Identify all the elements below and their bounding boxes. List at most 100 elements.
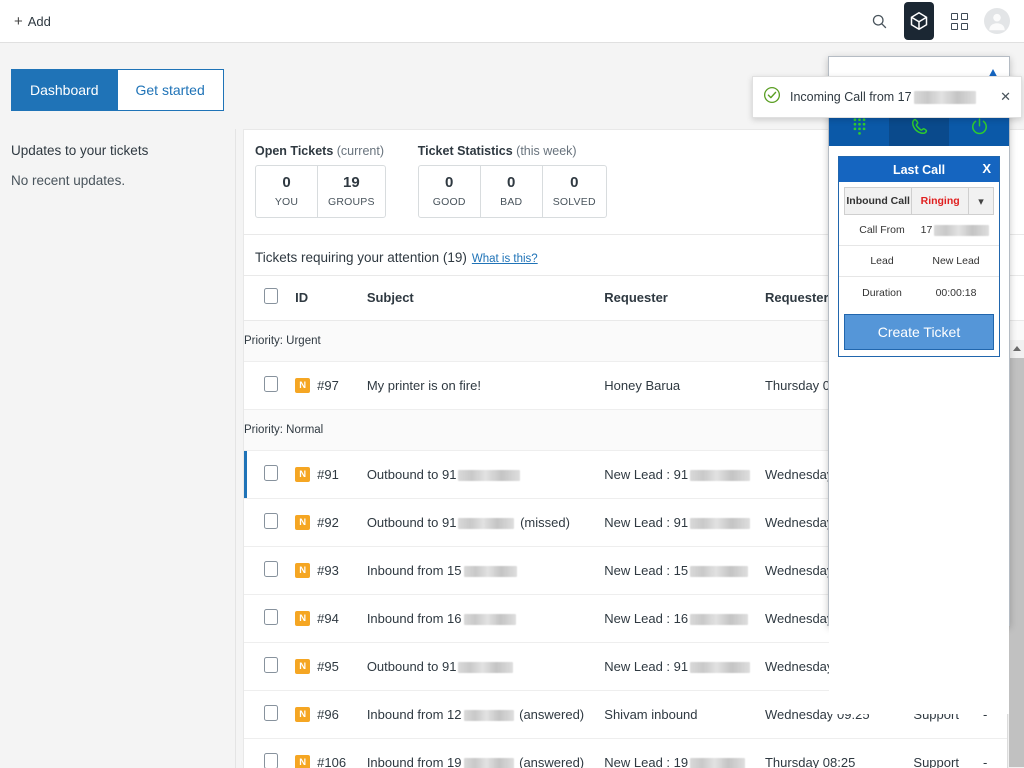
row-requester-cell: New Lead : 16	[604, 594, 765, 642]
row-checkbox[interactable]	[264, 657, 278, 673]
stat-open-groups-label: GROUPS	[328, 196, 375, 208]
incoming-call-toast-message: Incoming Call from 17	[790, 90, 978, 104]
row-checkbox[interactable]	[264, 753, 278, 768]
open-tickets-title-text: Open Tickets	[255, 144, 333, 158]
stat-good-value: 0	[429, 174, 470, 193]
select-all-header	[244, 275, 295, 320]
scroll-up-button[interactable]	[1008, 340, 1024, 357]
what-is-this-link[interactable]: What is this?	[472, 253, 538, 265]
ticket-statistics-title: Ticket Statistics (this week)	[418, 144, 607, 158]
open-tickets-stat-group: Open Tickets (current) 0 YOU 19 GROUPS	[255, 144, 386, 218]
row-requester-cell: Honey Barua	[604, 361, 765, 409]
row-checkbox[interactable]	[264, 609, 278, 625]
redacted-number	[690, 470, 750, 481]
cube-icon[interactable]	[904, 2, 934, 40]
top-bar: + Add	[0, 0, 1024, 43]
row-subject-cell[interactable]: Outbound to 91	[367, 642, 604, 690]
row-id-cell: N#93	[295, 546, 367, 594]
row-subject-suffix: (answered)	[516, 707, 585, 722]
stat-open-you[interactable]: 0 YOU	[256, 166, 318, 217]
row-id-text: #94	[317, 611, 339, 626]
row-subject-text: Inbound from 12	[367, 707, 462, 722]
last-call-row-lead: Lead New Lead	[839, 246, 999, 277]
row-requester-cell: Shivam inbound	[604, 690, 765, 738]
row-subject-cell[interactable]: Inbound from 12 (answered)	[367, 690, 604, 738]
stat-bad-label: BAD	[491, 196, 532, 208]
row-checkbox[interactable]	[264, 376, 278, 392]
duration-label: Duration	[845, 287, 919, 299]
row-requester-text: New Lead : 19	[604, 755, 688, 768]
new-badge-icon: N	[295, 707, 310, 722]
row-subject-cell[interactable]: Outbound to 91	[367, 450, 604, 498]
row-select-cell	[244, 546, 295, 594]
call-from-label: Call From	[845, 224, 919, 236]
row-subject-suffix: (answered)	[516, 755, 585, 768]
tab-get-started[interactable]: Get started	[117, 69, 224, 111]
incoming-call-toast-text: Incoming Call from 17	[790, 90, 912, 104]
new-badge-icon: N	[295, 467, 310, 482]
row-checkbox[interactable]	[264, 705, 278, 721]
row-subject-cell[interactable]: Inbound from 16	[367, 594, 604, 642]
toast-close-icon[interactable]: ✕	[1000, 89, 1011, 105]
row-subject-text: Inbound from 16	[367, 611, 462, 626]
row-checkbox[interactable]	[264, 465, 278, 481]
stat-open-you-value: 0	[266, 174, 307, 193]
user-avatar-icon[interactable]	[984, 8, 1010, 34]
header-requester[interactable]: Requester	[604, 275, 765, 320]
search-icon[interactable]	[868, 10, 890, 32]
redacted-number	[690, 758, 745, 768]
select-all-checkbox[interactable]	[264, 288, 278, 304]
new-badge-icon: N	[295, 611, 310, 626]
ticket-statistics-title-text: Ticket Statistics	[418, 144, 513, 158]
row-id-text: #91	[317, 467, 339, 482]
chevron-down-icon[interactable]: ▾	[969, 187, 994, 215]
table-row[interactable]: N#106Inbound from 19 (answered)New Lead …	[244, 738, 1024, 768]
header-subject[interactable]: Subject	[367, 275, 604, 320]
row-requester-text: New Lead : 15	[604, 563, 688, 578]
redacted-number	[690, 662, 750, 673]
stat-good-label: GOOD	[429, 196, 470, 208]
row-select-cell	[244, 450, 295, 498]
last-call-panel: Last Call X Inbound Call Ringing ▾ Call …	[838, 156, 1000, 357]
row-subject-cell[interactable]: Inbound from 15	[367, 546, 604, 594]
row-checkbox[interactable]	[264, 561, 278, 577]
scrollbar-thumb[interactable]	[1009, 358, 1024, 767]
stat-open-groups-value: 19	[328, 174, 375, 193]
row-requester-text: New Lead : 91	[604, 659, 688, 674]
row-requester-text: New Lead : 91	[604, 515, 688, 530]
row-requester-cell: New Lead : 91	[604, 450, 765, 498]
header-id[interactable]: ID	[295, 275, 367, 320]
redacted-number	[464, 614, 516, 625]
open-tickets-qualifier: (current)	[337, 144, 384, 158]
create-ticket-button-label: Create Ticket	[878, 324, 960, 340]
row-requester-cell: New Lead : 91	[604, 498, 765, 546]
updates-panel: Updates to your tickets No recent update…	[0, 129, 236, 768]
add-button-label: Add	[28, 14, 51, 29]
last-call-status-row: Inbound Call Ringing ▾	[839, 182, 999, 215]
row-checkbox[interactable]	[264, 513, 278, 529]
redacted-number	[690, 614, 748, 625]
tab-dashboard[interactable]: Dashboard	[11, 69, 117, 111]
redacted-number	[690, 566, 748, 577]
add-button[interactable]: + Add	[8, 10, 57, 33]
row-subject-text: Inbound from 15	[367, 563, 462, 578]
ticket-statistics-qualifier: (this week)	[516, 144, 576, 158]
stat-bad[interactable]: 0 BAD	[481, 166, 543, 217]
row-subject-cell[interactable]: Inbound from 19 (answered)	[367, 738, 604, 768]
stat-solved[interactable]: 0 SOLVED	[543, 166, 606, 217]
stat-good[interactable]: 0 GOOD	[419, 166, 481, 217]
stat-open-groups[interactable]: 19 GROUPS	[318, 166, 385, 217]
grid-apps-icon[interactable]	[948, 10, 970, 32]
top-bar-actions	[868, 2, 1010, 40]
app-root: + Add Dashboard Get started	[0, 0, 1024, 768]
redacted-number	[464, 566, 517, 577]
row-subject-text: Outbound to 91	[367, 515, 457, 530]
row-subject-cell[interactable]: My printer is on fire!	[367, 361, 604, 409]
redacted-number	[934, 225, 989, 236]
open-tickets-title: Open Tickets (current)	[255, 144, 386, 158]
redacted-number	[458, 470, 520, 481]
create-ticket-button[interactable]: Create Ticket	[844, 314, 994, 350]
row-subject-cell[interactable]: Outbound to 91 (missed)	[367, 498, 604, 546]
stat-open-you-label: YOU	[266, 196, 307, 208]
last-call-close-icon[interactable]: X	[982, 161, 991, 176]
